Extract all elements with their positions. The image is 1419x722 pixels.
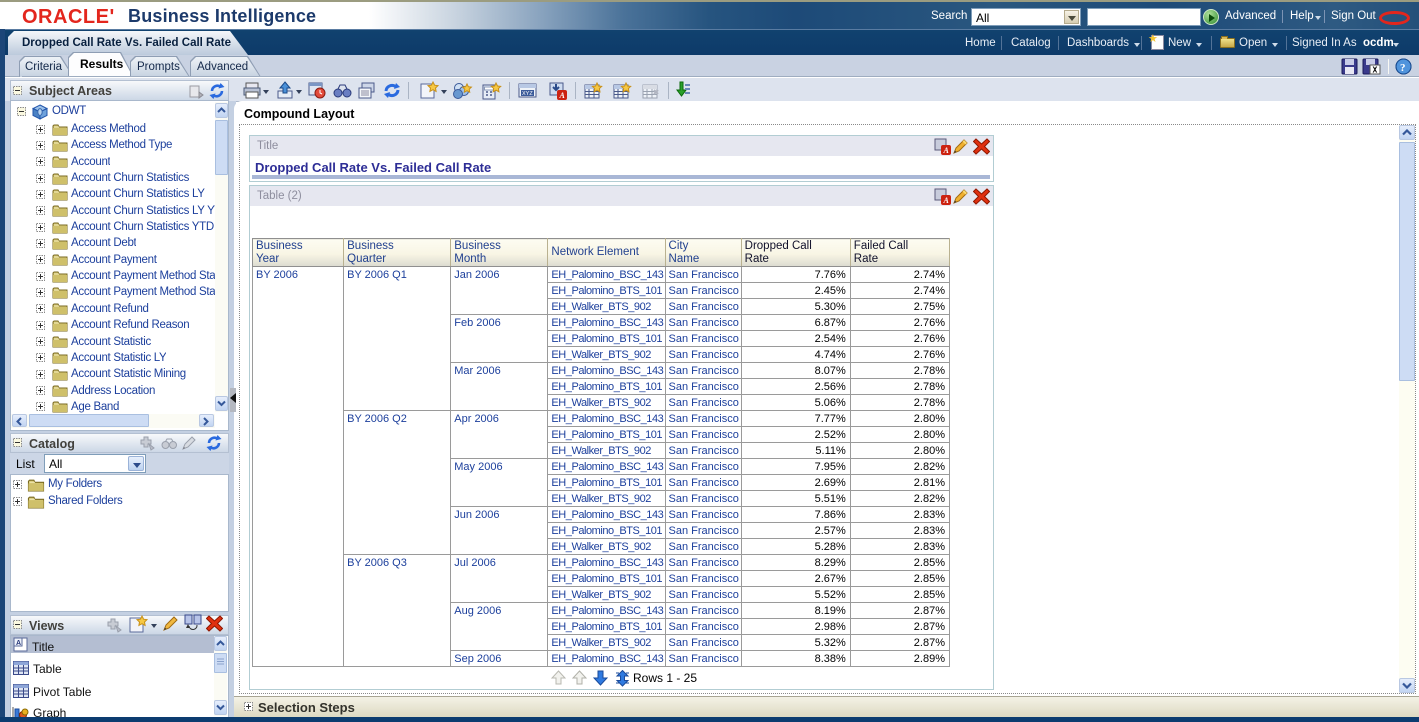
svg-text:X: X — [1373, 66, 1378, 75]
svg-text:XYZ: XYZ — [522, 91, 533, 97]
svg-text:A: A — [943, 146, 950, 155]
svg-text:A: A — [16, 640, 21, 647]
svg-text:?: ? — [1400, 62, 1406, 74]
svg-text:A: A — [943, 196, 950, 205]
svg-text:A: A — [559, 91, 566, 100]
